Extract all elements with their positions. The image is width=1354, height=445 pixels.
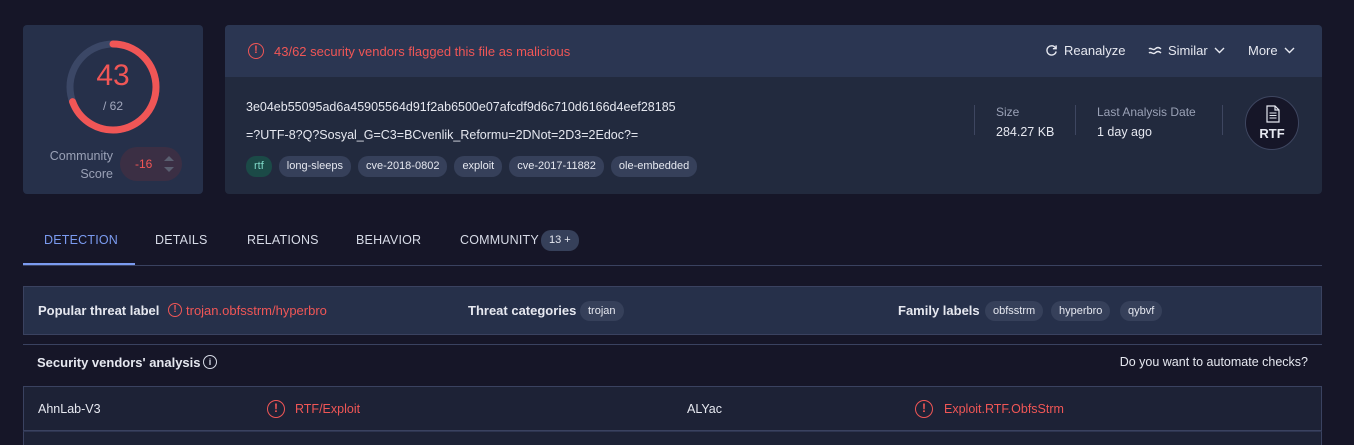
downvote-icon[interactable] — [164, 167, 174, 172]
alert-bar: ! 43/62 security vendors flagged this fi… — [225, 25, 1322, 77]
file-tag[interactable]: long-sleeps — [278, 156, 352, 177]
community-score-value: -16 — [135, 157, 153, 171]
table-row: AhnLab-V3 ! RTF/Exploit ALYac ! Exploit.… — [23, 386, 1322, 431]
alert-icon: ! — [248, 43, 264, 59]
family-label-pill[interactable]: obfsstrm — [985, 301, 1044, 321]
divider — [1222, 105, 1223, 135]
community-score-label: Community Score — [49, 149, 113, 181]
tab-detection[interactable]: DETECTION — [44, 233, 118, 247]
family-label-pill[interactable]: qybvf — [1120, 301, 1163, 321]
size-value: 284.27 KB — [996, 125, 1055, 139]
divider — [1075, 105, 1076, 135]
tab-details[interactable]: DETAILS — [155, 233, 208, 247]
vendor-result: RTF/Exploit — [295, 402, 361, 416]
file-tag[interactable]: cve-2017-11882 — [509, 156, 604, 177]
last-analysis-value: 1 day ago — [1097, 125, 1152, 139]
file-type-badge: RTF — [1245, 96, 1299, 150]
threat-categories-label: Threat categories — [468, 303, 577, 318]
upvote-icon[interactable] — [164, 156, 174, 161]
threat-category-pill[interactable]: trojan — [580, 301, 624, 321]
document-icon — [1266, 105, 1280, 123]
vendors-header: Security vendors' analysis i Do you want… — [23, 344, 1322, 379]
automate-link[interactable]: Do you want to automate checks? — [1120, 355, 1308, 369]
detection-count: 43 — [96, 59, 130, 92]
more-button[interactable]: More — [1248, 43, 1295, 58]
chevron-down-icon — [1284, 47, 1295, 54]
vendor-name: AhnLab-V3 — [38, 402, 101, 416]
score-card: 43 / 62 Community Score -16 — [23, 25, 203, 194]
active-tab-indicator — [23, 263, 135, 265]
file-summary-card: ! 43/62 security vendors flagged this fi… — [225, 25, 1322, 194]
file-type-text: RTF — [1259, 126, 1285, 141]
size-label: Size — [996, 105, 1020, 119]
tab-behavior[interactable]: BEHAVIOR — [356, 233, 421, 247]
similar-button[interactable]: Similar — [1148, 43, 1225, 58]
warning-icon: ! — [168, 303, 182, 317]
reanalyze-button[interactable]: Reanalyze — [1045, 43, 1125, 58]
info-icon[interactable]: i — [203, 355, 217, 369]
family-label-pill[interactable]: hyperbro — [1051, 301, 1111, 321]
file-tag[interactable]: exploit — [454, 156, 503, 177]
malicious-icon: ! — [267, 400, 285, 418]
similar-label: Similar — [1168, 43, 1208, 58]
file-tag[interactable]: rtf — [246, 156, 272, 177]
file-name: =?UTF-8?Q?Sosyal_G=C3=BCvenlik_Reformu=2… — [246, 128, 639, 142]
vendors-title: Security vendors' analysis — [37, 355, 201, 370]
file-tag[interactable]: ole-embedded — [610, 156, 698, 177]
tab-community[interactable]: COMMUNITY — [460, 233, 539, 247]
refresh-icon — [1046, 45, 1057, 56]
malicious-icon: ! — [915, 400, 933, 418]
reanalyze-label: Reanalyze — [1064, 43, 1126, 58]
community-count-badge: 13 + — [541, 230, 579, 251]
last-analysis-label: Last Analysis Date — [1097, 105, 1196, 119]
popular-threat-value[interactable]: trojan.obfsstrm/hyperbro — [186, 303, 327, 318]
divider — [974, 105, 975, 135]
tab-relations[interactable]: RELATIONS — [247, 233, 319, 247]
tab-bar: DETECTION DETAILS RELATIONS BEHAVIOR COM… — [23, 218, 1322, 266]
file-tag[interactable]: cve-2018-0802 — [358, 156, 448, 177]
more-label: More — [1248, 43, 1278, 58]
table-row — [23, 431, 1322, 445]
chevron-down-icon — [1214, 47, 1225, 54]
file-tags: rtf long-sleeps cve-2018-0802 exploit cv… — [246, 156, 698, 177]
vendor-name: ALYac — [687, 402, 722, 416]
vendor-result: Exploit.RTF.ObfsStrm — [944, 402, 1064, 416]
popular-threat-label: Popular threat label — [38, 303, 160, 318]
file-hash[interactable]: 3e04eb55095ad6a45905564d91f2ab6500e07afc… — [246, 100, 676, 114]
alert-text: 43/62 security vendors flagged this file… — [274, 44, 571, 59]
detection-total: / 62 — [102, 99, 123, 113]
family-labels-label: Family labels — [898, 303, 980, 318]
community-score-widget[interactable]: -16 — [120, 147, 182, 181]
similar-icon — [1148, 46, 1162, 54]
threat-summary: Popular threat label ! trojan.obfsstrm/h… — [23, 286, 1322, 335]
